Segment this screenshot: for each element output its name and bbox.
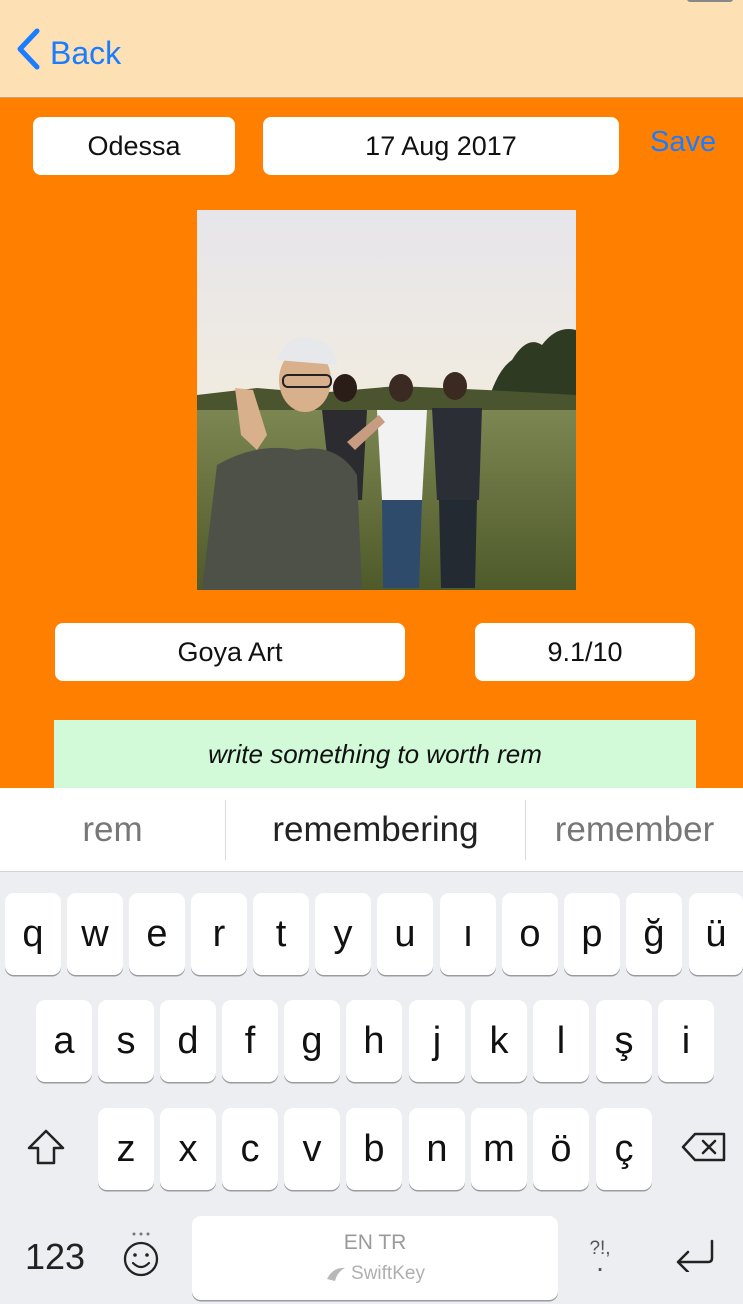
key[interactable]: w	[67, 893, 123, 975]
key[interactable]: g	[284, 1000, 340, 1082]
key[interactable]: v	[284, 1108, 340, 1190]
chevron-left-icon	[16, 28, 50, 78]
key[interactable]: j	[409, 1000, 465, 1082]
key[interactable]: k	[471, 1000, 527, 1082]
note-textarea[interactable]: write something to worth rem	[54, 720, 696, 788]
back-label: Back	[50, 34, 122, 71]
date-field[interactable]: 17 Aug 2017	[263, 117, 619, 175]
place-field[interactable]: Goya Art	[55, 623, 405, 681]
key[interactable]: ı	[440, 893, 496, 975]
key[interactable]: n	[409, 1108, 465, 1190]
suggestion-item[interactable]: remembering	[226, 788, 525, 872]
back-button[interactable]: Back	[16, 28, 121, 78]
key[interactable]: ö	[533, 1108, 589, 1190]
suggestion-item[interactable]: remember	[526, 788, 743, 872]
key[interactable]: u	[377, 893, 433, 975]
key[interactable]: i	[658, 1000, 714, 1082]
key[interactable]: ş	[596, 1000, 652, 1082]
space-bar[interactable]: EN TR SwiftKey	[192, 1216, 558, 1300]
backspace-icon	[681, 1131, 727, 1168]
backspace-key[interactable]	[670, 1108, 738, 1190]
emoji-icon	[121, 1231, 161, 1284]
key[interactable]: c	[222, 1108, 278, 1190]
navigation-bar: Back	[0, 0, 743, 98]
return-icon	[674, 1238, 716, 1277]
shift-key[interactable]	[10, 1108, 82, 1190]
key[interactable]: e	[129, 893, 185, 975]
punctuation-key[interactable]: ?!, ·	[574, 1216, 626, 1298]
key[interactable]: t	[253, 893, 309, 975]
period-label: ·	[595, 1252, 605, 1283]
city-field[interactable]: Odessa	[33, 117, 235, 175]
key[interactable]: q	[5, 893, 61, 975]
memory-photo[interactable]	[197, 210, 576, 590]
keyboard: q w e r t y u ı o p ğ ü a s d f g h j k …	[0, 872, 743, 1304]
key[interactable]: y	[315, 893, 371, 975]
key[interactable]: s	[98, 1000, 154, 1082]
key[interactable]: m	[471, 1108, 527, 1190]
shift-icon	[26, 1128, 66, 1171]
key[interactable]: f	[222, 1000, 278, 1082]
key[interactable]: h	[346, 1000, 402, 1082]
key[interactable]: r	[191, 893, 247, 975]
key[interactable]: ğ	[626, 893, 682, 975]
status-indicator	[687, 0, 733, 2]
numbers-key[interactable]: 123	[10, 1216, 100, 1298]
rating-field[interactable]: 9.1/10	[475, 623, 695, 681]
swiftkey-logo: SwiftKey	[325, 1263, 425, 1285]
key[interactable]: x	[160, 1108, 216, 1190]
key[interactable]: a	[36, 1000, 92, 1082]
key[interactable]: ç	[596, 1108, 652, 1190]
key[interactable]: d	[160, 1000, 216, 1082]
swiftkey-label: SwiftKey	[351, 1263, 425, 1284]
return-key[interactable]	[660, 1216, 730, 1298]
key[interactable]: z	[98, 1108, 154, 1190]
key[interactable]: l	[533, 1000, 589, 1082]
space-languages: EN TR	[343, 1231, 407, 1254]
key[interactable]: o	[502, 893, 558, 975]
key[interactable]: ü	[689, 893, 743, 975]
save-button[interactable]: Save	[650, 126, 716, 159]
key[interactable]: p	[564, 893, 620, 975]
emoji-key[interactable]	[112, 1216, 170, 1298]
suggestion-bar: rem remembering remember	[0, 788, 743, 872]
key[interactable]: b	[346, 1108, 402, 1190]
suggestion-item[interactable]: rem	[0, 788, 225, 872]
